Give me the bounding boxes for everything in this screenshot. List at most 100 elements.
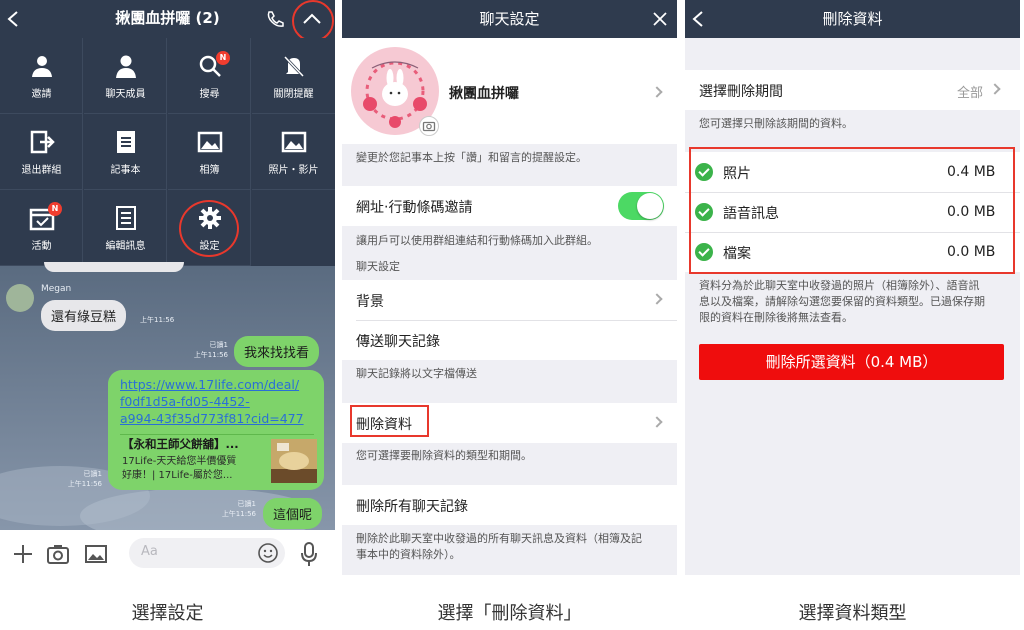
image-icon[interactable] <box>84 543 108 565</box>
new-badge: N <box>216 51 230 65</box>
menu-item-edit-messages[interactable]: 編輯訊息 <box>84 190 167 266</box>
preview-desc-line: 17Life-天天給您半價優質 <box>122 456 237 467</box>
chevron-right-icon <box>651 293 663 305</box>
delete-data-note: 您可選擇要刪除資料的類型和期間。 <box>356 449 532 462</box>
menu-item-search[interactable]: N 搜尋 <box>168 38 251 114</box>
group-note: 變更於您記事本上按「讚」和留言的提醒設定。 <box>356 151 587 164</box>
incoming-message[interactable]: 還有綠豆糕 <box>41 300 127 331</box>
outgoing-message[interactable]: 我來找找看 <box>234 336 320 367</box>
menu-item-photos-videos[interactable]: 照片・影片 <box>252 114 335 190</box>
settings-title: 聊天設定 <box>342 0 677 38</box>
note-line: 息以及檔案，請解除勾選您要保留的資料類型。已過保存期 <box>699 295 985 308</box>
previous-bubble <box>44 262 184 272</box>
avatar[interactable] <box>6 284 34 312</box>
toggle-knob <box>637 193 663 219</box>
phone-icon[interactable] <box>265 10 285 28</box>
back-icon[interactable] <box>691 10 705 28</box>
read-receipt: 已讀1 <box>209 341 228 349</box>
preview-desc-line: 好康！| 17Life-屬於您... <box>122 470 233 481</box>
album-icon <box>197 131 223 153</box>
menu-item-label: 照片・影片 <box>268 165 319 176</box>
menu-item-leave-group[interactable]: 退出群組 <box>0 114 83 190</box>
delete-data-panel: 刪除資料 選擇刪除期間 全部 您可選擇只刪除該期間的資料。 照片 0.4 MB … <box>685 0 1020 575</box>
delete-selected-button[interactable]: 刪除所選資料（0.4 MB） <box>699 344 1004 380</box>
message-input[interactable]: Aa <box>129 538 285 568</box>
preview-thumbnail <box>271 439 317 483</box>
menu-item-label: 活動 <box>31 241 52 252</box>
background-label: 背景 <box>356 294 384 310</box>
section-header: 聊天設定 <box>356 260 400 273</box>
caption-step-2: 選擇「刪除資料」 <box>437 603 582 624</box>
note-line: 事本中的資料除外）。 <box>356 548 461 561</box>
menu-item-events[interactable]: N 活動 <box>0 190 83 266</box>
note-icon <box>117 131 135 153</box>
invite-toggle[interactable] <box>618 192 664 220</box>
read-receipt: 已讀1 <box>83 470 102 478</box>
note-line: 刪除於此聊天室中收發過的所有聊天訊息及資料（相簿及記 <box>356 532 642 545</box>
sender-name: Megan <box>41 284 72 294</box>
chat-menu-grid: 邀請 聊天成員 N 搜尋 關閉提醒 退出群組 記事本 相簿 照片・影片 N 活動… <box>0 38 335 266</box>
close-icon[interactable] <box>653 12 667 26</box>
menu-item-label: 記事本 <box>110 165 141 176</box>
menu-item-invite[interactable]: 邀請 <box>0 38 83 114</box>
menu-item-label: 關閉提醒 <box>273 89 314 100</box>
new-badge: N <box>48 202 62 216</box>
group-name: 揪團血拼囉 <box>449 86 519 102</box>
send-history-row[interactable]: 傳送聊天記錄 <box>342 320 677 360</box>
menu-item-label: 編輯訊息 <box>105 241 146 252</box>
chevron-right-icon <box>651 416 663 428</box>
menu-item-members[interactable]: 聊天成員 <box>84 38 167 114</box>
link-divider <box>120 434 314 435</box>
delete-all-row[interactable]: 刪除所有聊天記錄 <box>342 485 677 525</box>
menu-item-label: 邀請 <box>31 89 52 100</box>
mute-icon <box>283 55 305 78</box>
menu-item-label: 相簿 <box>199 165 220 176</box>
message-time: 上午11:56 <box>193 351 228 359</box>
send-history-note: 聊天記錄將以文字檔傳送 <box>356 367 477 380</box>
link-url-line: https://www.17life.com/deal/ <box>120 377 300 392</box>
menu-item-album[interactable]: 相簿 <box>168 114 251 190</box>
photo-icon <box>281 131 307 153</box>
menu-item-label: 搜尋 <box>199 89 220 100</box>
emoji-icon[interactable] <box>257 542 279 564</box>
background-row[interactable]: 背景 <box>342 280 677 320</box>
note-line: 資料分為於此聊天室中收發過的照片（相簿除外）、語音訊 <box>699 279 980 292</box>
invite-label: 網址‧行動條碼邀請 <box>356 200 473 216</box>
group-profile-row[interactable]: 揪團血拼囉 <box>342 38 677 144</box>
edit-list-icon <box>116 206 136 230</box>
camera-icon[interactable] <box>419 116 439 136</box>
link-url-line: a994-43f35d773f81?cid=477 <box>120 411 304 426</box>
outgoing-message[interactable]: 這個呢 <box>263 498 323 529</box>
link-url-line: f0df1d5a-fd05-4452- <box>120 394 250 409</box>
camera-icon[interactable] <box>46 543 70 565</box>
microphone-icon[interactable] <box>300 541 318 567</box>
exit-icon <box>30 130 55 154</box>
delete-data-title: 刪除資料 <box>685 0 1020 38</box>
data-info-note: 資料分為於此聊天室中收發過的照片（相簿除外）、語音訊 息以及檔案，請解除勾選您要… <box>699 278 985 326</box>
message-time: 上午11:56 <box>221 510 256 518</box>
chevron-right-icon <box>651 86 663 98</box>
person-add-icon <box>32 56 52 77</box>
send-history-label: 傳送聊天記錄 <box>356 334 440 350</box>
period-row[interactable]: 選擇刪除期間 全部 <box>685 70 1020 110</box>
highlight-circle-collapse <box>292 0 334 42</box>
chat-room-panel: 揪團血拼囉 (2) 邀請 聊天成員 N 搜尋 關閉提醒 退出群組 記事本 相簿 … <box>0 0 335 575</box>
link-message[interactable]: https://www.17life.com/deal/ f0df1d5a-fd… <box>108 370 324 490</box>
chat-settings-group: 背景 傳送聊天記錄 <box>342 280 677 360</box>
menu-item-notes[interactable]: 記事本 <box>84 114 167 190</box>
note-line: 限的資料在刪除後將無法查看。 <box>699 311 853 324</box>
period-value: 全部 <box>957 86 984 101</box>
preview-description: 17Life-天天給您半價優質 好康！| 17Life-屬於您... <box>122 455 236 483</box>
plus-icon[interactable] <box>12 543 34 565</box>
preview-title: 【永和王師父餅舖】... <box>122 437 239 451</box>
link-url[interactable]: https://www.17life.com/deal/ f0df1d5a-fd… <box>120 376 304 427</box>
period-note: 您可選擇只刪除該期間的資料。 <box>699 117 853 130</box>
highlight-data-types <box>689 147 1015 274</box>
chevron-right-icon <box>989 83 1001 95</box>
menu-item-label: 退出群組 <box>21 165 62 176</box>
delete-all-note: 刪除於此聊天室中收發過的所有聊天訊息及資料（相簿及記 事本中的資料除外）。 <box>356 531 642 563</box>
input-placeholder: Aa <box>141 544 158 559</box>
menu-item-label: 聊天成員 <box>105 89 146 100</box>
menu-item-mute[interactable]: 關閉提醒 <box>252 38 335 114</box>
delete-all-label: 刪除所有聊天記錄 <box>356 499 468 515</box>
